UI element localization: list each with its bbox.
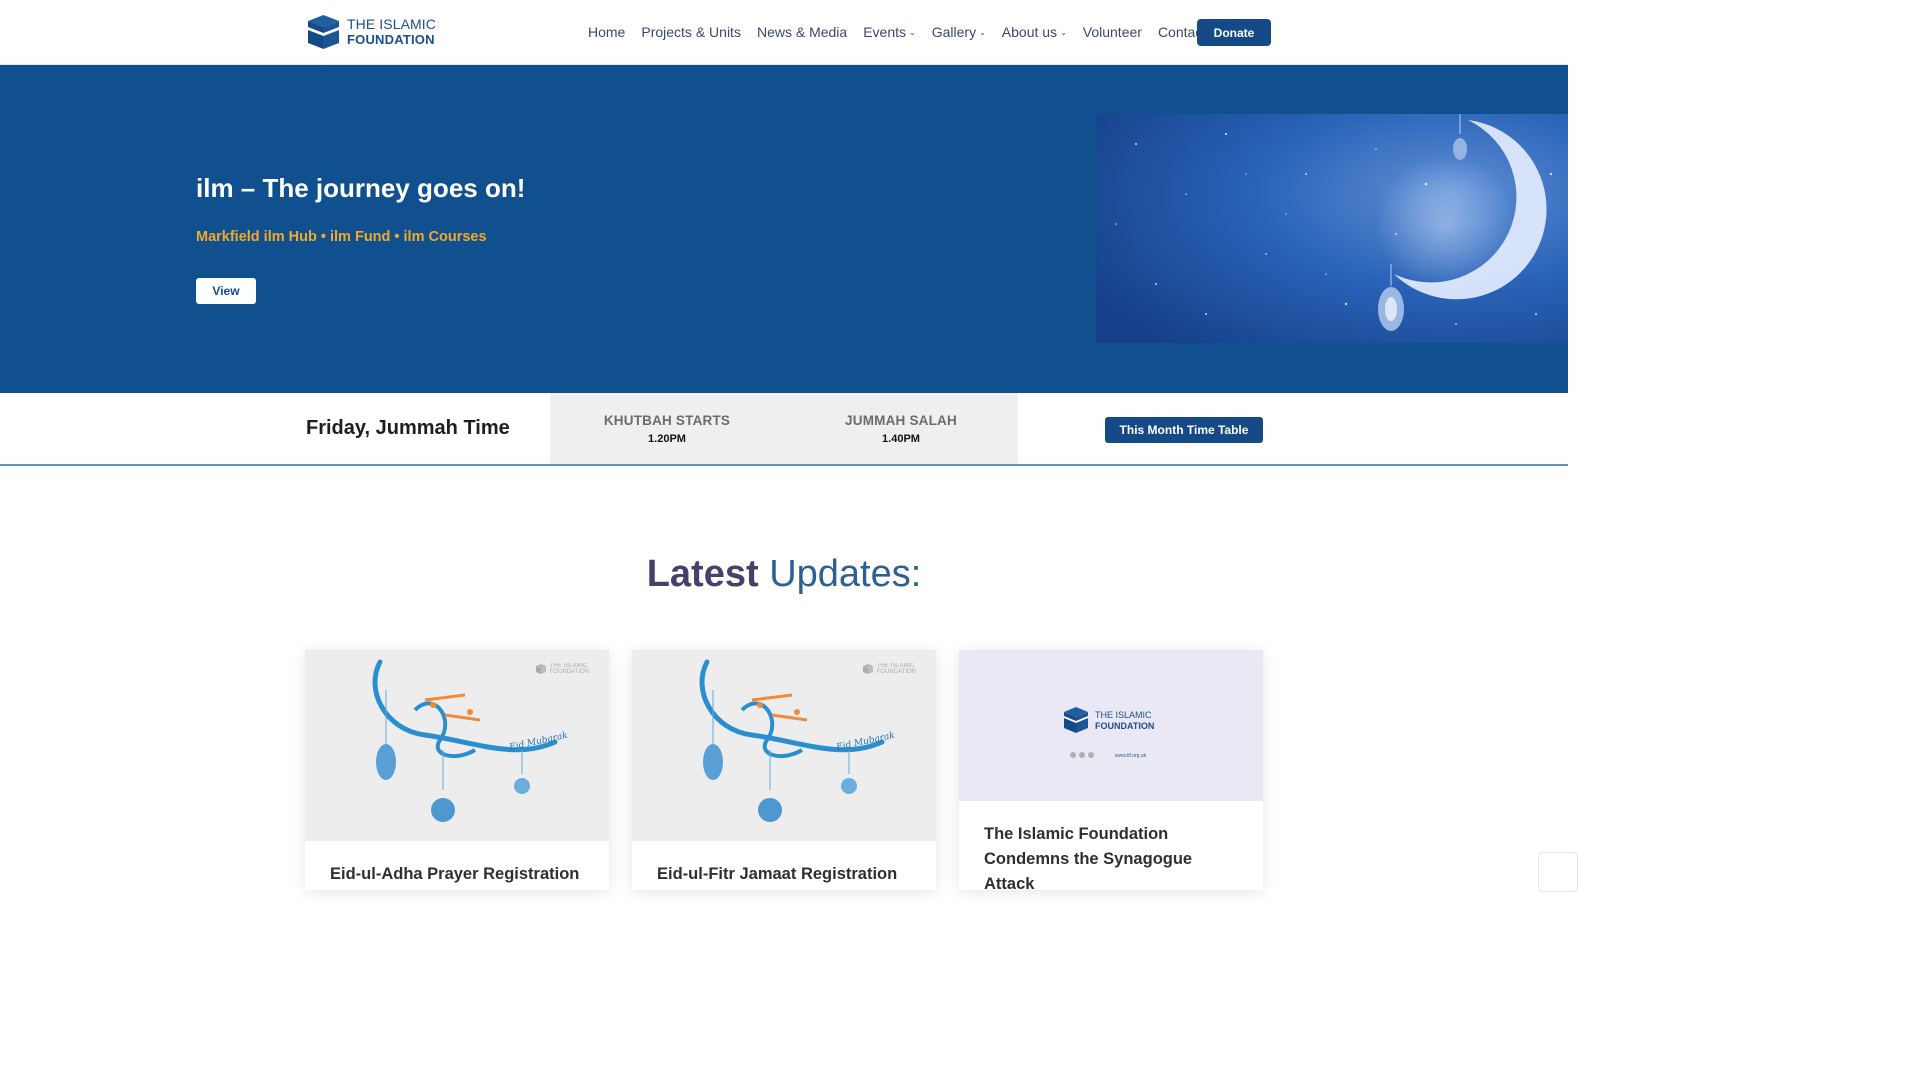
salah-label: JUMMAH SALAH (845, 412, 957, 428)
card-title[interactable]: Eid-ul-Fitr Jamaat Registration (632, 862, 936, 887)
jummah-title: Friday, Jummah Time (306, 417, 510, 439)
salah-value: 1.40PM (882, 432, 920, 445)
chevron-down-icon: ⌄ (1060, 27, 1067, 37)
update-card[interactable]: THE ISLAMIC FOUNDATION Eid Mubarak Eid-ul… (305, 650, 609, 890)
donate-button[interactable]: Donate (1197, 19, 1271, 46)
kaaba-logo-icon (308, 15, 339, 49)
monthly-timetable-button[interactable]: This Month Time Table (1105, 417, 1263, 443)
salah-time: JUMMAH SALAH 1.40PM (784, 393, 1018, 464)
jummah-times-panel: KHUTBAH STARTS 1.20PM JUMMAH SALAH 1.40P… (550, 393, 1018, 464)
hero-subtitle: Markfield ilm Hub • ilm Fund • ilm Cours… (196, 229, 487, 245)
recaptcha-badge[interactable] (1538, 852, 1578, 892)
site-logo[interactable]: THE ISLAMIC FOUNDATION (307, 14, 436, 50)
main-nav: Home Projects & Units News & Media Event… (588, 24, 1222, 40)
hero-banner: ilm – The journey goes on! Markfield ilm… (0, 65, 1568, 393)
chevron-down-icon: ⌄ (979, 27, 986, 37)
nav-volunteer[interactable]: Volunteer (1083, 24, 1142, 40)
nav-news-media[interactable]: News & Media (757, 24, 847, 40)
logo-line-1: THE ISLAMIC (347, 16, 437, 32)
khutbah-value: 1.20PM (648, 432, 686, 445)
chevron-down-icon: ⌄ (909, 27, 916, 37)
svg-text:THE ISLAMIC: THE ISLAMIC (1095, 710, 1152, 720)
nav-events[interactable]: Events ⌄ (863, 24, 916, 40)
hero-view-button[interactable]: View (196, 278, 256, 304)
khutbah-label: KHUTBAH STARTS (603, 412, 731, 428)
khutbah-time: KHUTBAH STARTS 1.20PM (550, 393, 784, 464)
nav-gallery[interactable]: Gallery ⌄ (932, 24, 986, 40)
crescent-moon-image (1096, 114, 1568, 343)
nav-projects-units[interactable]: Projects & Units (641, 24, 741, 40)
eid-mubarak-image: THE ISLAMIC FOUNDATION Eid Mubarak (632, 650, 936, 841)
nav-about-us[interactable]: About us ⌄ (1002, 24, 1067, 40)
update-card[interactable]: THE ISLAMIC FOUNDATION www.tif.org.uk Th… (959, 650, 1263, 890)
update-card[interactable]: THE ISLAMIC FOUNDATION Eid Mubarak Eid-ul… (632, 650, 936, 890)
jummah-time-bar: Friday, Jummah Time KHUTBAH STARTS 1.20P… (0, 393, 1568, 466)
card-title[interactable]: The Islamic Foundation Condemns the Syna… (959, 822, 1263, 890)
logo-line-2: FOUNDATION (347, 32, 435, 47)
hero-title: ilm – The journey goes on! (196, 173, 526, 203)
svg-text:FOUNDATION: FOUNDATION (1095, 721, 1154, 731)
nav-home[interactable]: Home (588, 24, 625, 40)
svg-text:www.tif.org.uk: www.tif.org.uk (1115, 753, 1147, 759)
latest-updates-heading: Latest Updates: (646, 553, 922, 595)
eid-mubarak-image: THE ISLAMIC FOUNDATION Eid Mubarak (305, 650, 609, 841)
site-header: THE ISLAMIC FOUNDATION Home Projects & U… (0, 0, 1568, 65)
foundation-logo-image: THE ISLAMIC FOUNDATION www.tif.org.uk (959, 650, 1263, 801)
card-title[interactable]: Eid-ul-Adha Prayer Registration (305, 862, 609, 887)
